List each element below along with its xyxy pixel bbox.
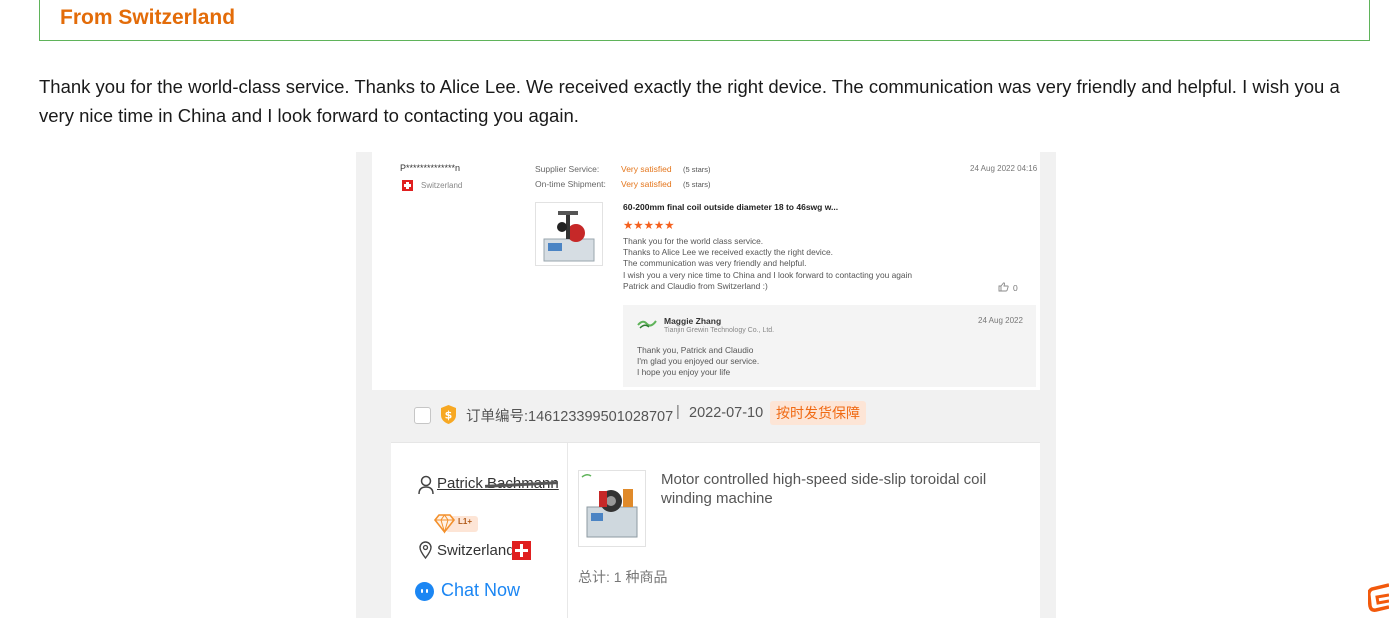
- order-detail-panel: Patrick Bachmann L1+ Switzerland Chat No…: [391, 442, 1040, 618]
- section-title: From Switzerland: [60, 6, 236, 29]
- review-date: 24 Aug 2022 04:16: [970, 164, 1038, 173]
- like-button[interactable]: 0: [998, 282, 1018, 293]
- svg-text:$: $: [445, 409, 453, 422]
- review-line: Thank you for the world class service.: [623, 236, 764, 246]
- buyer-info: Patrick Bachmann L1+ Switzerland Chat No…: [391, 443, 568, 618]
- buyer-level: L1+: [458, 517, 473, 526]
- review-line: I wish you a very nice time to China and…: [623, 269, 913, 280]
- supplier-reply: Maggie Zhang Tianjin Grewin Technology C…: [623, 305, 1036, 387]
- thumbs-up-icon: [998, 282, 1009, 292]
- reply-date: 24 Aug 2022: [978, 316, 1023, 325]
- order-header: $ 订单编号:146123399501028707 | 2022-07-10 按…: [391, 390, 1040, 440]
- location-pin-icon: [419, 541, 432, 559]
- reply-company: Tianjin Grewin Technology Co., Ltd.: [664, 327, 775, 334]
- reply-line: I'm glad you enjoyed our service.: [637, 356, 760, 367]
- supplier-service-stars: (5 stars): [683, 165, 711, 174]
- shipment-value: Very satisfied: [621, 179, 672, 189]
- on-time-shipment-badge: 按时发货保障: [770, 401, 866, 425]
- review-screenshot: P**************n Switzerland Supplier Se…: [356, 152, 1056, 618]
- product-image[interactable]: [535, 202, 603, 266]
- product-title-link[interactable]: 60-200mm final coil outside diameter 18 …: [623, 202, 838, 212]
- testimonial-text: Thank you for the world-class service. T…: [39, 76, 1340, 126]
- review-line: The communication was very friendly and …: [623, 258, 807, 269]
- supplier-service-value: Very satisfied: [621, 164, 672, 174]
- review-card: P**************n Switzerland Supplier Se…: [372, 152, 1040, 390]
- reply-line: I hope you enjoy your life: [637, 367, 731, 378]
- chat-icon[interactable]: [415, 582, 434, 601]
- site-logo-icon: [1368, 583, 1389, 612]
- order-date: 2022-07-10: [689, 405, 764, 421]
- reviewer-name: P**************n: [400, 163, 461, 173]
- order-separator: |: [676, 404, 680, 420]
- reviewer-country: Switzerland: [421, 181, 463, 190]
- reply-author: Maggie Zhang: [664, 316, 722, 326]
- user-icon: [418, 475, 434, 495]
- order-number: 订单编号:146123399501028707: [466, 409, 674, 425]
- supplier-service-label: Supplier Service:: [535, 164, 600, 174]
- swiss-flag-icon: [512, 541, 531, 560]
- shipment-label: On-time Shipment:: [535, 179, 606, 189]
- review-body: Thank you for the world class service. T…: [623, 236, 912, 292]
- reply-line: Thank you, Patrick and Claudio: [637, 345, 754, 355]
- section-header: From Switzerland: [39, 0, 1370, 41]
- reply-body: Thank you, Patrick and Claudio I'm glad …: [637, 345, 759, 379]
- review-line: Patrick and Claudio from Switzerland :): [623, 280, 768, 291]
- swiss-flag-icon: [402, 180, 413, 191]
- diamond-level-icon: [433, 514, 478, 534]
- rating-stars: ★★★★★: [623, 220, 675, 232]
- shipment-stars: (5 stars): [683, 180, 711, 189]
- review-line: Thanks to Alice Lee we received exactly …: [623, 247, 833, 258]
- coil-machine-image: [543, 211, 595, 262]
- order-total: 总计: 1 种商品: [578, 569, 668, 585]
- buyer-country: Switzerland: [437, 542, 515, 559]
- ordered-product-title-link[interactable]: Motor controlled high-speed side-slip to…: [661, 470, 1036, 508]
- order-checkbox[interactable]: [414, 407, 431, 424]
- ordered-product-image[interactable]: [578, 470, 646, 547]
- like-count: 0: [1013, 283, 1018, 293]
- winding-machine-image: [581, 473, 638, 538]
- trade-assurance-icon: $: [441, 405, 456, 424]
- company-logo-icon: [637, 320, 657, 329]
- chat-now-button[interactable]: Chat Now: [441, 580, 520, 601]
